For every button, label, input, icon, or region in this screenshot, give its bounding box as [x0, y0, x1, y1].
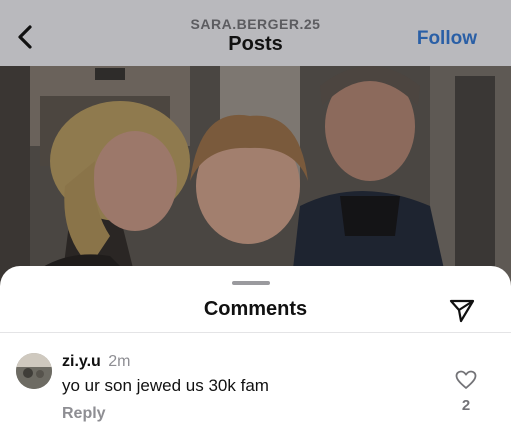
- follow-button[interactable]: Follow: [417, 28, 477, 50]
- comments-sheet: Comments zi.y.u 2m yo ur son jewed us 30…: [0, 266, 511, 439]
- share-button[interactable]: [448, 298, 476, 324]
- drag-handle[interactable]: [232, 281, 270, 285]
- post-photo[interactable]: [0, 66, 511, 296]
- comments-title: Comments: [203, 298, 308, 320]
- like-button[interactable]: [455, 370, 477, 390]
- comment-time: 2m: [108, 353, 131, 370]
- like-count: 2: [461, 397, 471, 414]
- comment-username[interactable]: zi.y.u: [62, 353, 101, 370]
- comment-text: yo ur son jewed us 30k fam: [62, 376, 269, 395]
- paper-plane-icon: [449, 299, 475, 323]
- avatar[interactable]: [16, 353, 52, 389]
- post-header: SARA.BERGER.25 Posts Follow: [0, 0, 511, 66]
- reply-button[interactable]: Reply: [62, 405, 106, 423]
- heart-outline-icon: [455, 370, 477, 389]
- comment-item: zi.y.u 2m yo ur son jewed us 30k fam Rep…: [0, 333, 511, 439]
- comment-meta: zi.y.u 2m: [62, 353, 131, 371]
